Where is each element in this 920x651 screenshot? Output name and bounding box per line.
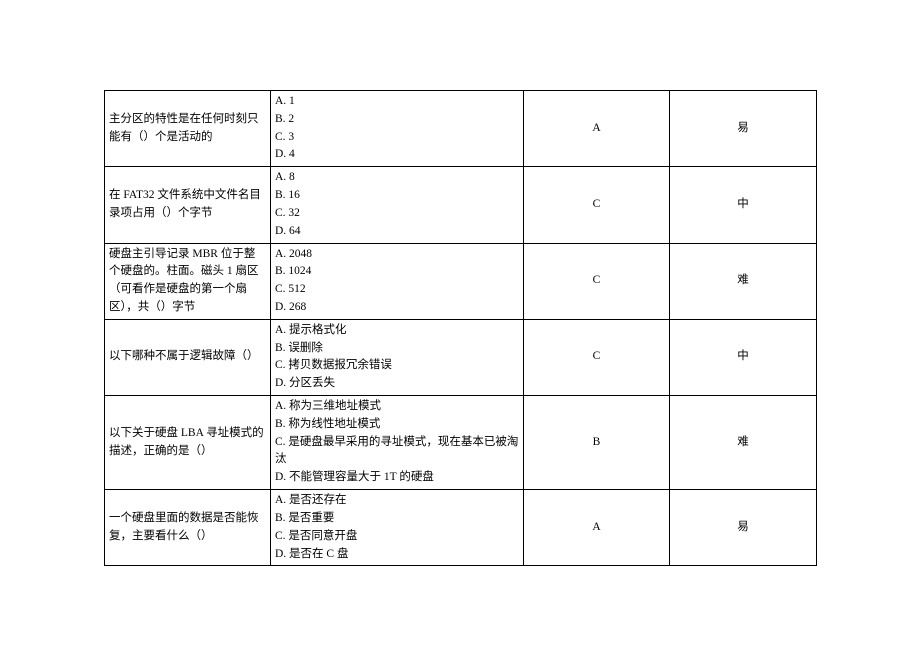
options-cell: A. 2048B. 1024C. 512D. 268 [271, 243, 524, 319]
answer-text: B [593, 436, 601, 448]
options-cell: A. 称为三维地址模式B. 称为线性地址模式C. 是硬盘最早采用的寻址模式，现在… [271, 396, 524, 490]
options-cell: A. 8B. 16C. 32D. 64 [271, 167, 524, 243]
option-text: D. 分区丢失 [275, 375, 519, 393]
option-text: A. 是否还存在 [275, 492, 519, 510]
option-text: B. 16 [275, 187, 519, 205]
option-text: A. 提示格式化 [275, 322, 519, 340]
option-text: B. 2 [275, 111, 519, 129]
answer-cell: B [524, 396, 670, 490]
difficulty-cell: 中 [670, 319, 817, 395]
answer-text: A [592, 122, 600, 134]
option-text: C. 32 [275, 205, 519, 223]
options-cell: A. 提示格式化B. 误删除C. 拷贝数据报冗余错误D. 分区丢失 [271, 319, 524, 395]
option-text: C. 512 [275, 281, 519, 299]
difficulty-text: 难 [737, 436, 749, 448]
table-row: 在 FAT32 文件系统中文件名目录项占用（）个字节 A. 8B. 16C. 32… [105, 167, 817, 243]
table-row: 以下关于硬盘 LBA 寻址模式的描述，正确的是（）A. 称为三维地址模式B. 称… [105, 396, 817, 490]
difficulty-text: 中 [737, 198, 749, 210]
difficulty-text: 难 [737, 274, 749, 286]
answer-text: C [593, 198, 601, 210]
answer-cell: A [524, 490, 670, 566]
option-text: A. 1 [275, 93, 519, 111]
question-text: 以下关于硬盘 LBA 寻址模式的描述，正确的是（） [109, 427, 264, 457]
option-text: D. 64 [275, 223, 519, 241]
difficulty-cell: 易 [670, 490, 817, 566]
difficulty-cell: 难 [670, 243, 817, 319]
question-text: 主分区的特性是在任何时刻只能有（）个是活动的 [109, 113, 259, 143]
exam-table-container: 主分区的特性是在任何时刻只能有（）个是活动的 A. 1B. 2C. 3D. 4 A 易… [104, 90, 816, 566]
option-text: C. 是硬盘最早采用的寻址模式，现在基本已被淘汰 [275, 434, 519, 470]
option-text: A. 称为三维地址模式 [275, 398, 519, 416]
difficulty-text: 易 [737, 521, 749, 533]
table-row: 一个硬盘里面的数据是否能恢复，主要看什么（） A. 是否还存在B. 是否重要C. … [105, 490, 817, 566]
exam-table-body: 主分区的特性是在任何时刻只能有（）个是活动的 A. 1B. 2C. 3D. 4 A 易… [105, 91, 817, 566]
question-cell: 以下关于硬盘 LBA 寻址模式的描述，正确的是（） [105, 396, 271, 490]
question-text: 一个硬盘里面的数据是否能恢复，主要看什么（） [109, 512, 259, 542]
options-cell: A. 是否还存在B. 是否重要C. 是否同意开盘D. 是否在 C 盘 [271, 490, 524, 566]
question-cell: 主分区的特性是在任何时刻只能有（）个是活动的 [105, 91, 271, 167]
exam-table: 主分区的特性是在任何时刻只能有（）个是活动的 A. 1B. 2C. 3D. 4 A 易… [104, 90, 817, 566]
answer-cell: C [524, 319, 670, 395]
question-text: 在 FAT32 文件系统中文件名目录项占用（）个字节 [109, 189, 261, 219]
option-text: D. 268 [275, 299, 519, 317]
answer-cell: C [524, 243, 670, 319]
option-text: C. 是否同意开盘 [275, 528, 519, 546]
answer-cell: A [524, 91, 670, 167]
option-text: B. 1024 [275, 263, 519, 281]
question-text: 以下哪种不属于逻辑故障（） [109, 350, 259, 362]
answer-text: C [593, 350, 601, 362]
table-row: 以下哪种不属于逻辑故障（） A. 提示格式化B. 误删除C. 拷贝数据报冗余错误D… [105, 319, 817, 395]
option-text: D. 4 [275, 146, 519, 164]
option-text: C. 拷贝数据报冗余错误 [275, 357, 519, 375]
option-text: B. 误删除 [275, 340, 519, 358]
option-text: D. 是否在 C 盘 [275, 546, 519, 564]
option-text: A. 2048 [275, 246, 519, 264]
question-cell: 一个硬盘里面的数据是否能恢复，主要看什么（） [105, 490, 271, 566]
options-cell: A. 1B. 2C. 3D. 4 [271, 91, 524, 167]
difficulty-cell: 中 [670, 167, 817, 243]
difficulty-cell: 易 [670, 91, 817, 167]
question-text: 硬盘主引导记录 MBR 位于整个硬盘的。柱面。磁头 1 扇区（可看作是硬盘的第一… [109, 248, 259, 313]
answer-text: A [592, 521, 600, 533]
answer-cell: C [524, 167, 670, 243]
table-row: 主分区的特性是在任何时刻只能有（）个是活动的 A. 1B. 2C. 3D. 4 A 易 [105, 91, 817, 167]
table-row: 硬盘主引导记录 MBR 位于整个硬盘的。柱面。磁头 1 扇区（可看作是硬盘的第一… [105, 243, 817, 319]
option-text: D. 不能管理容量大于 1T 的硬盘 [275, 469, 519, 487]
difficulty-cell: 难 [670, 396, 817, 490]
question-cell: 以下哪种不属于逻辑故障（） [105, 319, 271, 395]
option-text: A. 8 [275, 169, 519, 187]
answer-text: C [593, 274, 601, 286]
difficulty-text: 中 [737, 350, 749, 362]
question-cell: 在 FAT32 文件系统中文件名目录项占用（）个字节 [105, 167, 271, 243]
option-text: C. 3 [275, 129, 519, 147]
option-text: B. 是否重要 [275, 510, 519, 528]
option-text: B. 称为线性地址模式 [275, 416, 519, 434]
difficulty-text: 易 [737, 122, 749, 134]
question-cell: 硬盘主引导记录 MBR 位于整个硬盘的。柱面。磁头 1 扇区（可看作是硬盘的第一… [105, 243, 271, 319]
